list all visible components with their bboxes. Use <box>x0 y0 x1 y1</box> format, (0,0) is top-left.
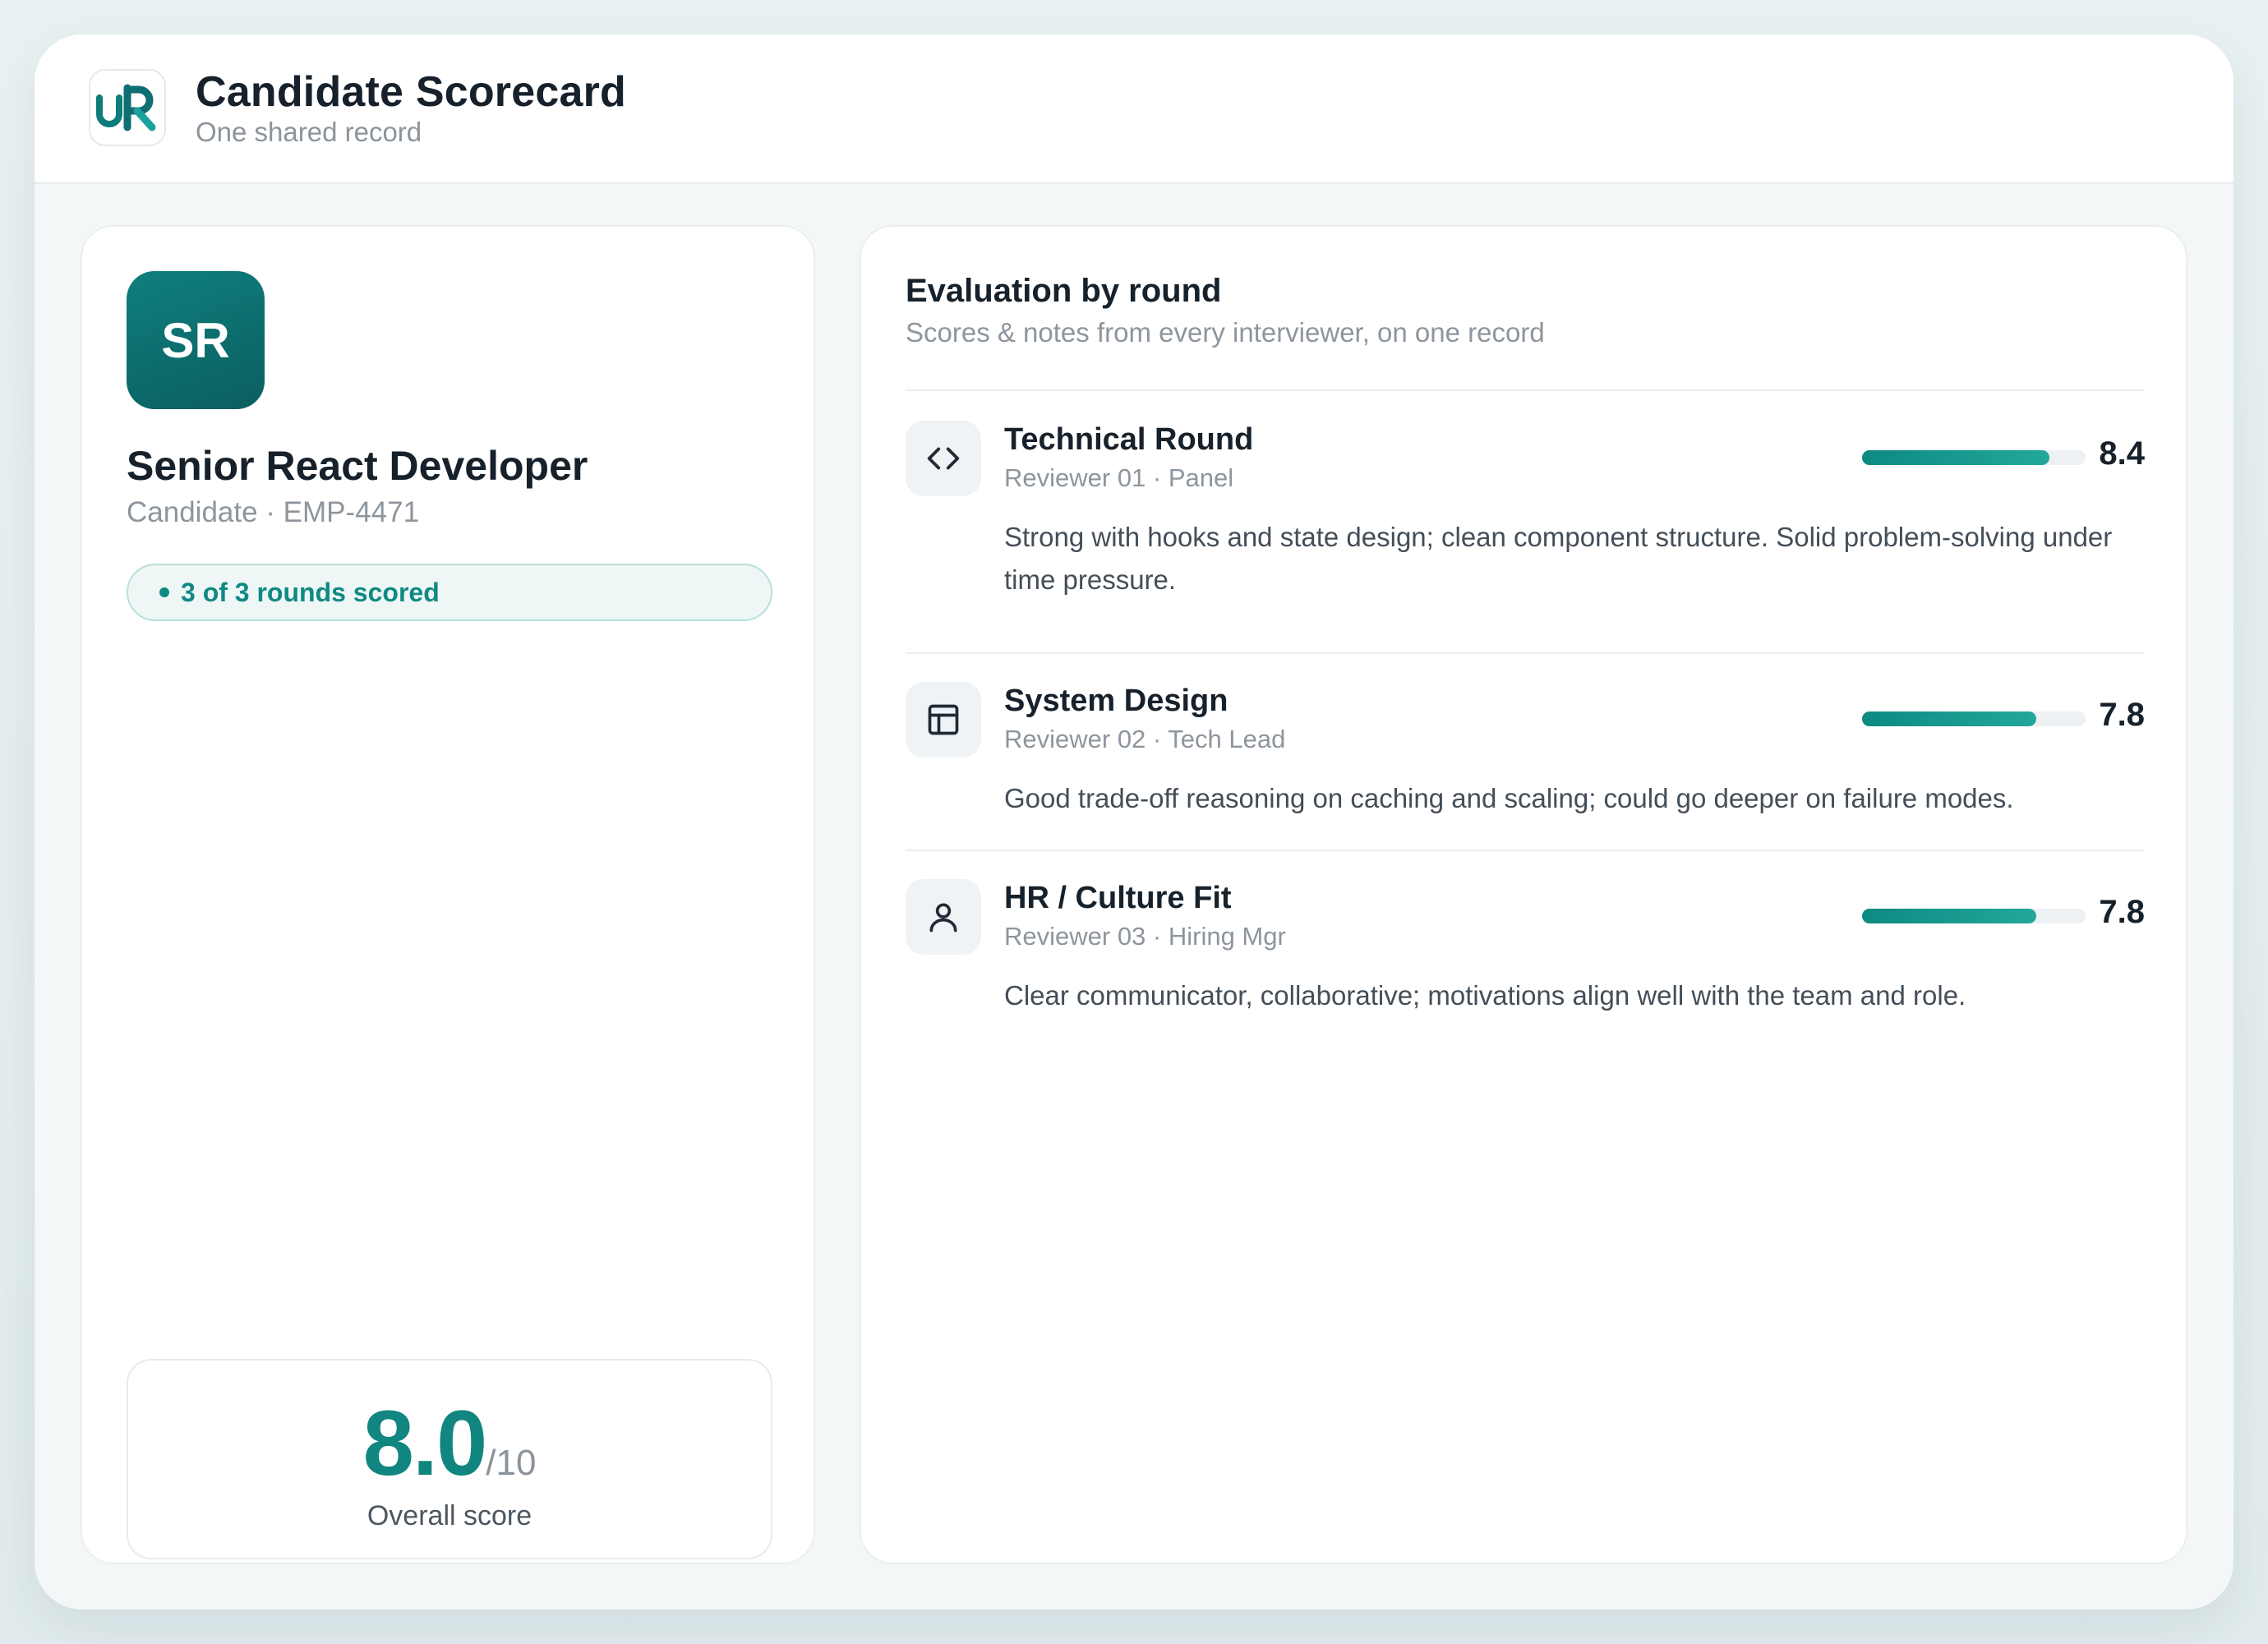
scorecard-window: Candidate Scorecard One shared record SR… <box>35 35 2233 1609</box>
user-icon <box>906 879 981 955</box>
score-bar <box>1862 711 2086 726</box>
candidate-card: SR Senior React Developer Candidate · EM… <box>81 225 815 1564</box>
round-culture-fit[interactable]: HR / Culture Fit Reviewer 03 · Hiring Mg… <box>906 879 2145 1027</box>
round-note: Strong with hooks and state design; clea… <box>1004 522 2113 595</box>
app-header: Candidate Scorecard One shared record <box>35 35 2233 184</box>
round-name: System Design <box>1004 684 1228 718</box>
round-name: Technical Round <box>1004 422 1254 457</box>
round-note: Clear communicator, collaborative; motiv… <box>1004 980 1966 1011</box>
divider <box>906 389 2145 391</box>
round-score: 7.8 <box>2099 697 2145 733</box>
status-badge: 3 of 3 rounds scored <box>127 564 772 621</box>
round-score: 7.8 <box>2099 894 2145 930</box>
code-icon <box>906 421 981 496</box>
layout-icon <box>906 682 981 758</box>
round-name: HR / Culture Fit <box>1004 881 1232 915</box>
round-reviewer: Reviewer 03 · Hiring Mgr <box>1004 922 1286 951</box>
round-reviewer: Reviewer 01 · Panel <box>1004 463 1234 492</box>
status-dot-icon <box>159 587 169 597</box>
score-bar-fill <box>1862 909 2037 923</box>
round-reviewer: Reviewer 02 · Tech Lead <box>1004 725 1286 753</box>
app-subtitle: One shared record <box>196 117 422 147</box>
overall-score-value: 8.0 <box>362 1392 488 1494</box>
app-title: Candidate Scorecard <box>196 68 626 116</box>
overall-score-line: 8.0/10 <box>128 1390 771 1496</box>
avatar: SR <box>127 271 265 409</box>
overall-score-label: Overall score <box>366 1500 532 1531</box>
score-bar-fill <box>1862 711 2037 726</box>
score-bar <box>1862 909 2086 923</box>
candidate-subtitle: Candidate · EMP-4471 <box>127 496 420 528</box>
round-score: 8.4 <box>2099 435 2145 472</box>
round-technical[interactable]: Technical Round Reviewer 01 · Panel 8.4 … <box>906 421 2145 618</box>
round-system-design[interactable]: System Design Reviewer 02 · Tech Lead 7.… <box>906 682 2145 830</box>
evaluation-subtitle: Scores & notes from every interviewer, o… <box>906 317 1545 348</box>
score-bar-fill <box>1862 450 2050 465</box>
status-badge-label: 3 of 3 rounds scored <box>181 577 440 607</box>
overall-score-box: 8.0/10 Overall score <box>127 1359 772 1559</box>
candidate-title: Senior React Developer <box>127 443 588 489</box>
divider <box>906 652 2145 654</box>
ur-logo-icon <box>89 69 166 146</box>
evaluation-card: Evaluation by round Scores & notes from … <box>860 225 2187 1564</box>
evaluation-title: Evaluation by round <box>906 273 1222 309</box>
round-note: Good trade-off reasoning on caching and … <box>1004 783 2014 813</box>
score-bar <box>1862 450 2086 465</box>
overall-score-denominator: /10 <box>486 1443 537 1483</box>
divider <box>906 850 2145 851</box>
